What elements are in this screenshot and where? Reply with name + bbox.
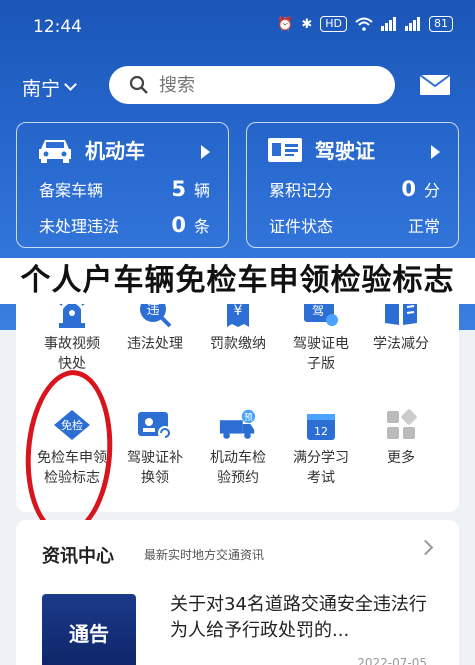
arrow-right-icon (201, 145, 210, 159)
calendar-icon: 12 (307, 414, 335, 440)
search-bar[interactable] (109, 66, 395, 104)
hd-icon: HD (320, 16, 347, 32)
news-subtitle: 最新实时地方交通资讯 (144, 548, 265, 562)
e-license-icon-text: 驾 (312, 304, 324, 318)
registered-vehicles-unit: 辆 (193, 181, 210, 200)
license-card[interactable]: 驾驶证 累积记分 0分 证件状态 正常 (246, 122, 459, 248)
service-label: 违法处理 (127, 336, 183, 352)
points-unit: 分 (423, 181, 440, 200)
grid-more-icon (387, 409, 417, 439)
vehicle-card[interactable]: 机动车 备案车辆 5辆 未处理违法 0条 (16, 122, 229, 248)
service-label-2: 换领 (141, 470, 169, 486)
status-icons: ⏰ ✱ HD 81 (277, 16, 453, 32)
service-label: 事故视频 (44, 336, 100, 352)
service-full-score-study[interactable]: 12 满分学习 考试 (277, 406, 365, 488)
battery-icon: 81 (429, 16, 453, 32)
city-label: 南宁 (22, 78, 61, 100)
service-accident-video[interactable]: 事故视频 快处 (28, 292, 116, 374)
chevron-right-icon[interactable] (417, 539, 434, 556)
service-label: 驾驶证电 (293, 336, 349, 352)
news-center: 资讯中心 最新实时地方交通资讯 通告 关于对34名道路交通安全违法行为人给予行政… (16, 520, 459, 665)
service-label: 更多 (387, 450, 415, 466)
service-label: 驾驶证补 (127, 450, 183, 466)
license-status-label: 证件状态 (269, 217, 334, 236)
arrow-right-icon (431, 145, 440, 159)
car-icon (39, 139, 71, 163)
news-date: 2022-07-05 (357, 656, 427, 665)
overlay-caption: 个人户车辆免检车申领检验标志 (0, 258, 475, 304)
license-renew-icon (138, 412, 172, 440)
service-license-renewal[interactable]: 驾驶证补 换领 (111, 406, 199, 488)
city-selector[interactable]: 南宁 (22, 74, 77, 101)
service-label: 学法减分 (373, 336, 429, 352)
bluetooth-icon: ✱ (301, 16, 313, 32)
unprocessed-violations-count: 0 (171, 213, 186, 237)
service-label-2: 考试 (307, 470, 335, 486)
news-title: 资讯中心 (42, 546, 114, 567)
violation-icon-text: 违 (146, 303, 159, 318)
id-card-icon (268, 137, 302, 162)
license-status-value: 正常 (407, 217, 440, 236)
service-inspection-booking[interactable]: 预 机动车检 验预约 (194, 406, 282, 488)
registered-vehicles-label: 备案车辆 (39, 181, 104, 200)
vehicle-card-title: 机动车 (85, 139, 145, 163)
status-bar: 12:44 ⏰ ✱ HD 81 (0, 0, 475, 56)
search-input[interactable] (159, 74, 359, 96)
unprocessed-violations-unit: 条 (193, 217, 210, 236)
service-label-2: 子版 (307, 356, 335, 372)
points-label: 累积记分 (269, 181, 334, 200)
service-e-license[interactable]: 驾 驾驶证电 子版 (277, 292, 365, 374)
service-label: 满分学习 (293, 450, 349, 466)
alarm-icon: ⏰ (277, 16, 294, 32)
wifi-icon (355, 17, 373, 31)
service-label: 机动车检 (210, 450, 266, 466)
service-more[interactable]: 更多 (357, 406, 445, 468)
unprocessed-violations-label: 未处理违法 (39, 217, 120, 236)
service-label: 罚款缴纳 (210, 336, 266, 352)
mail-icon[interactable] (419, 74, 451, 96)
search-icon (129, 75, 148, 94)
booking-icon-text: 预 (244, 412, 253, 423)
signal-icon-2 (405, 17, 420, 31)
fine-icon-text: ¥ (234, 303, 243, 319)
signal-icon (381, 17, 396, 31)
news-thumbnail[interactable]: 通告 (42, 594, 136, 665)
truck-icon: 预 (219, 409, 256, 439)
registered-vehicles-count: 5 (171, 177, 186, 201)
service-label-2: 验预约 (217, 470, 259, 486)
news-headline[interactable]: 关于对34名道路交通安全违法行为人给予行政处罚的... (170, 592, 430, 644)
points-value: 0 (401, 177, 416, 201)
status-time: 12:44 (33, 17, 82, 37)
chevron-down-icon (64, 78, 77, 91)
calendar-icon-text: 12 (314, 425, 328, 438)
license-card-title: 驾驶证 (315, 139, 375, 163)
